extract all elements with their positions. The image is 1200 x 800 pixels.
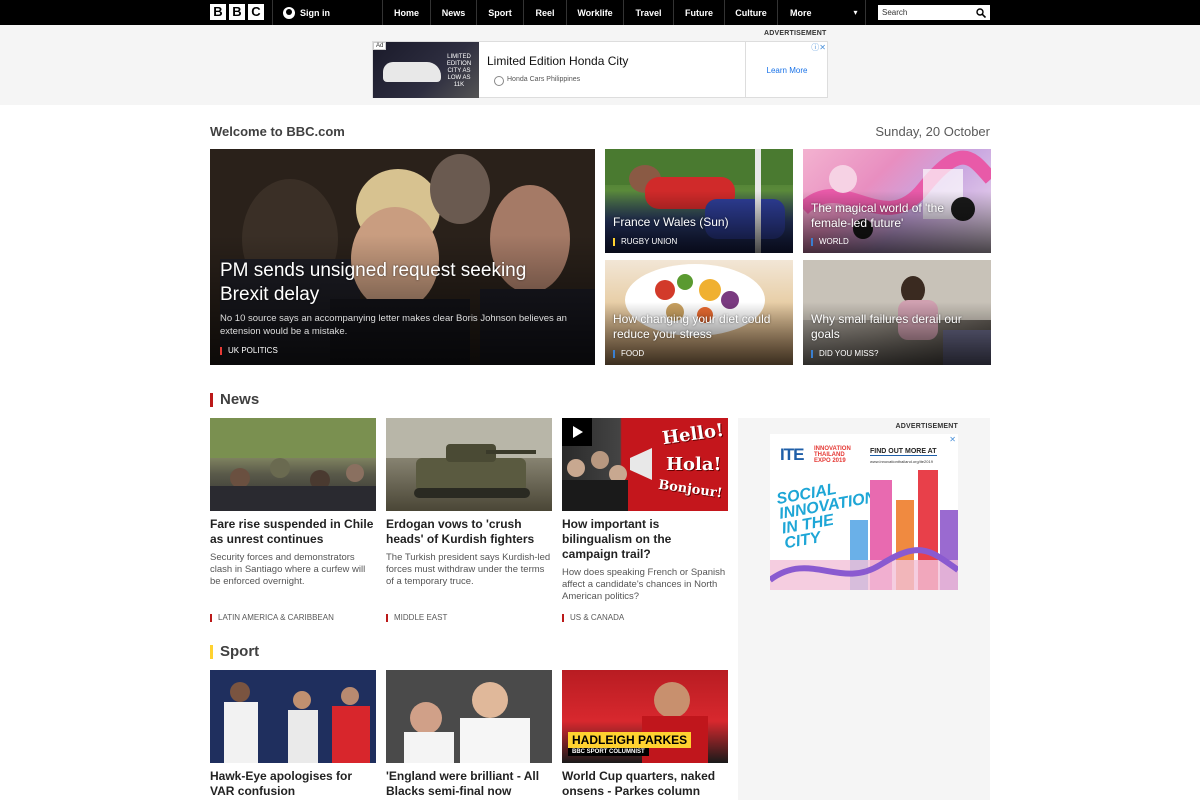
nav-item-reel[interactable]: Reel (523, 0, 566, 25)
sport-card[interactable]: 'England were brilliant - All Blacks sem… (386, 670, 552, 799)
news-card-summary: The Turkish president says Kurdish-led f… (386, 552, 551, 587)
ite-logo: ITE (780, 445, 804, 464)
sport-card-image[interactable] (386, 670, 552, 763)
sport-section-heading[interactable]: Sport (210, 644, 259, 659)
tile-headline[interactable]: France v Wales (Sun) (613, 215, 785, 230)
sport-card-headline[interactable]: 'England were brilliant - All Blacks sem… (386, 769, 552, 799)
bbc-logo[interactable]: B B C (210, 4, 264, 20)
tile-headline[interactable]: The magical world of 'the female-led fut… (811, 201, 983, 231)
news-card[interactable]: Erdogan vows to 'crush heads' of Kurdish… (386, 418, 552, 622)
tile-headline[interactable]: Why small failures derail our goals (811, 312, 983, 342)
chile-photo (210, 418, 376, 511)
news-card-category[interactable]: MIDDLE EAST (386, 614, 447, 622)
ad-image-text: LIMITED EDITION CITY AS LOW AS 11K (446, 54, 472, 88)
news-card-category[interactable]: LATIN AMERICA & CARIBBEAN (210, 614, 334, 622)
story-tile-female-led-future[interactable]: The magical world of 'the female-led fut… (803, 149, 991, 253)
ad-label: ADVERTISEMENT (895, 423, 958, 430)
sport-card[interactable]: HADLEIGH PARKES BBC SPORT COLUMNIST Worl… (562, 670, 728, 799)
tile-tag[interactable]: WORLD (811, 238, 849, 246)
ad-image[interactable]: Ad LIMITED EDITION CITY AS LOW AS 11K (373, 42, 479, 98)
nav-item-culture[interactable]: Culture (724, 0, 777, 25)
car-image (383, 62, 441, 82)
news-card-headline[interactable]: How important is bilingualism on the cam… (562, 517, 728, 562)
date-label: Sunday, 20 October (875, 124, 990, 139)
ad-chip: Ad (373, 42, 387, 50)
ite-ad[interactable]: ITE INNOVATION THAILAND EXPO 2019 FIND O… (770, 434, 958, 590)
news-card[interactable]: Fare rise suspended in Chile as unrest c… (210, 418, 376, 622)
hero-tag[interactable]: UK POLITICS (220, 347, 278, 355)
sign-in-label: Sign in (300, 7, 330, 18)
ad-sponsor: Honda Cars Philippines (493, 76, 581, 86)
nav-item-worklife[interactable]: Worklife (566, 0, 623, 25)
news-section-heading[interactable]: News (210, 392, 259, 407)
tile-tag[interactable]: FOOD (613, 350, 644, 358)
logo-letter: C (248, 4, 264, 20)
user-icon (283, 6, 295, 19)
tile-headline[interactable]: How changing your diet could reduce your… (613, 312, 785, 342)
news-card-headline[interactable]: Erdogan vows to 'crush heads' of Kurdish… (386, 517, 552, 547)
play-icon[interactable] (562, 418, 592, 446)
nav-item-sport[interactable]: Sport (476, 0, 523, 25)
honda-ad[interactable]: Ad LIMITED EDITION CITY AS LOW AS 11K Li… (372, 41, 828, 98)
news-card-image[interactable] (386, 418, 552, 511)
sport-card-headline[interactable]: World Cup quarters, naked onsens - Parke… (562, 769, 728, 799)
sign-in-link[interactable]: Sign in (272, 0, 382, 25)
chevron-down-icon: ▾ (853, 8, 858, 17)
top-ad-band: ADVERTISEMENT Ad LIMITED EDITION CITY AS… (0, 25, 1200, 105)
nav-item-more[interactable]: More ▾ (777, 0, 866, 25)
news-card-headline[interactable]: Fare rise suspended in Chile as unrest c… (210, 517, 376, 547)
news-card[interactable]: Hello! Hola! Bonjour! How important is b… (562, 418, 728, 622)
hello-word: Hola! (666, 454, 722, 475)
top-navigation-bar: B B C Sign in Home News Sport Reel Workl… (0, 0, 1200, 25)
news-card-summary: How does speaking French or Spanish affe… (562, 567, 726, 602)
logo-letter: B (210, 4, 226, 20)
hero-headline[interactable]: PM sends unsigned request seeking Brexit… (220, 259, 575, 307)
news-card-category[interactable]: US & CANADA (562, 614, 624, 622)
sport-card[interactable]: Hawk-Eye apologises for VAR confusion (210, 670, 376, 799)
hero-summary: No 10 source says an accompanying letter… (220, 313, 567, 337)
ad-find-text: FIND OUT MORE AT (870, 448, 937, 456)
nav-item-travel[interactable]: Travel (623, 0, 673, 25)
sport-card-image[interactable] (210, 670, 376, 763)
nav-menu: Home News Sport Reel Worklife Travel Fut… (382, 0, 866, 25)
news-card-image[interactable] (210, 418, 376, 511)
sidebar-ad: ADVERTISEMENT ITE INNOVATION THAILAND EX… (738, 418, 990, 800)
tile-tag[interactable]: DID YOU MISS? (811, 350, 878, 358)
tile-tag[interactable]: RUGBY UNION (613, 238, 677, 246)
england-photo (386, 670, 552, 763)
ad-close-icon[interactable]: ⓘ✕ (811, 42, 826, 53)
sport-card-image[interactable]: HADLEIGH PARKES BBC SPORT COLUMNIST (562, 670, 728, 763)
city-illustration (770, 470, 958, 590)
search-placeholder: Search (882, 8, 908, 17)
ite-logo-sub: INNOVATION THAILAND EXPO 2019 (814, 446, 851, 464)
nav-item-home[interactable]: Home (382, 0, 430, 25)
tank-photo (386, 418, 552, 498)
search-input[interactable]: Search (878, 5, 990, 20)
news-card-image[interactable]: Hello! Hola! Bonjour! (562, 418, 728, 511)
sport-card-headline[interactable]: Hawk-Eye apologises for VAR confusion (210, 769, 376, 799)
columnist-subtitle: BBC SPORT COLUMNIST (568, 748, 649, 756)
search-icon[interactable] (976, 7, 986, 18)
ad-title[interactable]: Limited Edition Honda City (487, 54, 628, 68)
nav-item-news[interactable]: News (430, 0, 476, 25)
story-tile-rugby[interactable]: France v Wales (Sun) RUGBY UNION (605, 149, 793, 253)
ad-close-icon[interactable]: ✕ (949, 435, 956, 444)
ad-url: www.innovationthailand.org/ite2019 (870, 459, 933, 464)
var-photo (210, 670, 376, 763)
nav-item-future[interactable]: Future (673, 0, 724, 25)
story-tile-diet[interactable]: How changing your diet could reduce your… (605, 260, 793, 365)
ad-label: ADVERTISEMENT (764, 30, 827, 37)
logo-letter: B (229, 4, 245, 20)
more-label: More (790, 7, 812, 18)
news-card-summary: Security forces and demonstrators clash … (210, 552, 366, 587)
story-tile-small-failures[interactable]: Why small failures derail our goals DID … (803, 260, 991, 365)
hero-story[interactable]: PM sends unsigned request seeking Brexit… (210, 149, 595, 365)
columnist-banner: HADLEIGH PARKES (568, 732, 692, 748)
welcome-title: Welcome to BBC.com (210, 124, 345, 139)
